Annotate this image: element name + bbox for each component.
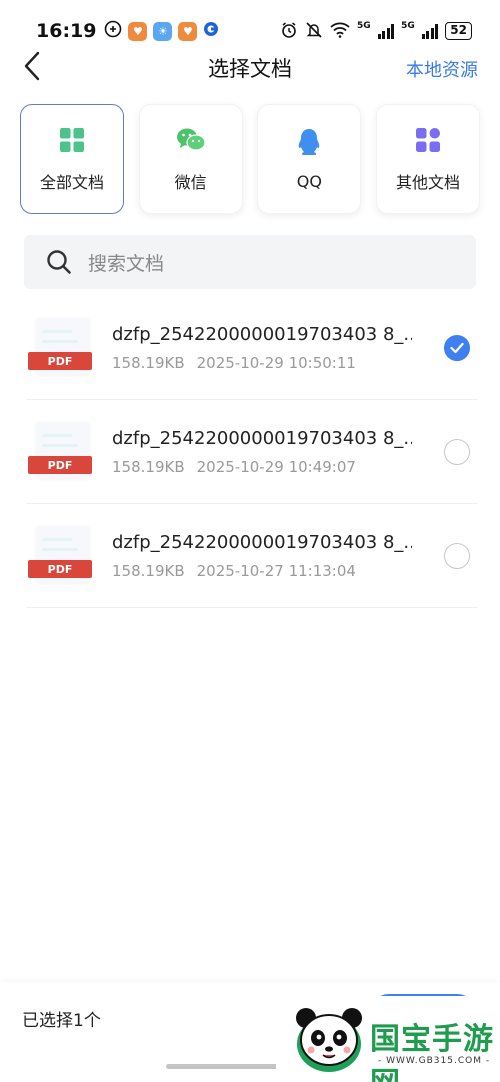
- signal-icon-2: [421, 23, 439, 39]
- chevron-left-icon: [22, 51, 42, 85]
- file-date: 2025-10-29 10:50:11: [196, 354, 356, 372]
- app-c-icon: [203, 20, 219, 42]
- mute-icon: [305, 21, 323, 42]
- qq-penguin-icon: [294, 128, 324, 158]
- file-list: PDF dzfp_2542200000019703403 8_... 158.1…: [0, 296, 500, 608]
- alarm-icon: [280, 21, 298, 42]
- list-item[interactable]: PDF dzfp_2542200000019703403 8_... 158.1…: [26, 504, 478, 608]
- file-type-tag: PDF: [28, 560, 92, 578]
- category-wechat[interactable]: 微信: [138, 104, 243, 214]
- select-radio[interactable]: [444, 335, 470, 361]
- wifi-icon: [330, 22, 350, 41]
- watermark-title: 国宝手游网: [370, 1022, 494, 1082]
- select-radio[interactable]: [444, 543, 470, 569]
- search-placeholder: 搜索文档: [88, 252, 165, 275]
- file-meta: 158.19KB 2025-10-29 10:49:07: [112, 458, 356, 476]
- file-type-tag: PDF: [28, 456, 92, 474]
- status-time: 16:19: [36, 20, 97, 42]
- selected-count: 已选择1个: [22, 1011, 101, 1031]
- wechat-icon: [176, 125, 206, 155]
- watermark: 国宝手游网 - WWW.GB315.COM -: [276, 996, 500, 1082]
- net-label-a: 5G: [356, 20, 371, 31]
- apps-icon: [413, 125, 443, 155]
- app-heart-icon: ♥: [128, 21, 148, 41]
- file-meta: 158.19KB 2025-10-29 10:50:11: [112, 354, 356, 372]
- local-resources-link[interactable]: 本地资源: [406, 56, 478, 82]
- app-weather-icon: ☀: [153, 21, 173, 41]
- select-radio[interactable]: [444, 439, 470, 465]
- grid-icon: [57, 125, 87, 155]
- pdf-file-icon: PDF: [28, 422, 94, 482]
- search-input[interactable]: 搜索文档: [24, 235, 476, 289]
- file-date: 2025-10-29 10:49:07: [196, 458, 356, 476]
- file-size: 158.19KB: [112, 354, 185, 372]
- file-name: dzfp_2542200000019703403 8_...: [112, 428, 412, 449]
- watermark-url: - WWW.GB315.COM -: [378, 1056, 491, 1066]
- search-icon: [46, 249, 72, 275]
- category-other-documents[interactable]: 其他文档: [375, 104, 480, 214]
- net-label-b: 5G: [401, 20, 415, 31]
- category-qq[interactable]: QQ: [257, 104, 362, 214]
- category-label: 全部文档: [39, 173, 104, 192]
- category-tabs: 全部文档 微信 QQ 其他文档: [20, 104, 480, 216]
- file-name: dzfp_2542200000019703403 8_...: [112, 532, 412, 553]
- back-button[interactable]: [14, 50, 50, 86]
- file-date: 2025-10-27 11:13:04: [196, 562, 356, 580]
- app-heart-icon-2: ♥: [178, 21, 198, 41]
- panda-logo-icon: [296, 1008, 362, 1072]
- list-item[interactable]: PDF dzfp_2542200000019703403 8_... 158.1…: [26, 400, 478, 504]
- category-label: 微信: [174, 173, 207, 192]
- status-right: 5G 5G 52: [280, 21, 472, 42]
- category-label: QQ: [296, 171, 322, 191]
- battery-indicator: 52: [445, 22, 472, 40]
- file-name: dzfp_2542200000019703403 8_...: [112, 324, 412, 345]
- pdf-file-icon: PDF: [28, 318, 94, 378]
- pdf-file-icon: PDF: [28, 526, 94, 586]
- signal-icon-1: [377, 23, 395, 39]
- category-all-documents[interactable]: 全部文档: [20, 104, 124, 214]
- list-item[interactable]: PDF dzfp_2542200000019703403 8_... 158.1…: [26, 296, 478, 400]
- file-meta: 158.19KB 2025-10-27 11:13:04: [112, 562, 356, 580]
- file-size: 158.19KB: [112, 458, 185, 476]
- page-title: 选择文档: [208, 57, 292, 81]
- check-icon: [450, 342, 464, 354]
- header: 选择文档 本地资源: [0, 40, 500, 96]
- file-size: 158.19KB: [112, 562, 185, 580]
- file-type-tag: PDF: [28, 352, 92, 370]
- category-label: 其他文档: [395, 173, 460, 192]
